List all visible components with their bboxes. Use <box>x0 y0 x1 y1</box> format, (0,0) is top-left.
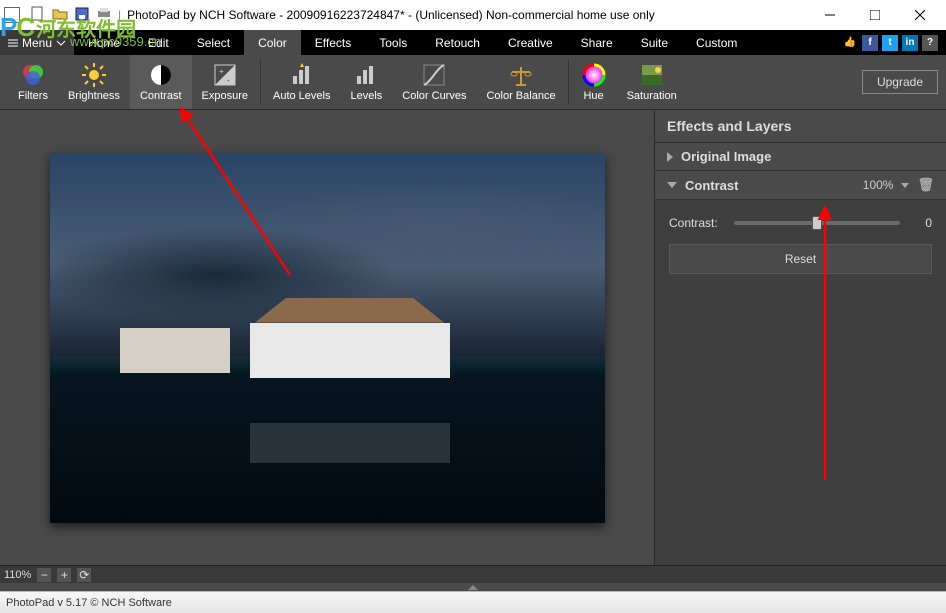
contrast-label: Contrast <box>140 90 182 102</box>
levels-label: Levels <box>350 90 382 102</box>
brightness-tool[interactable]: Brightness <box>58 55 130 109</box>
color-curves-icon <box>421 62 447 88</box>
filters-icon <box>20 62 46 88</box>
tab-suite[interactable]: Suite <box>627 30 682 55</box>
hue-label: Hue <box>583 90 603 102</box>
qat-print-icon[interactable] <box>96 6 112 25</box>
app-icon <box>4 7 20 23</box>
layer-contrast[interactable]: Contrast 100% 🗑 <box>655 171 946 200</box>
quick-access-toolbar <box>30 6 112 25</box>
tab-home[interactable]: Home <box>74 30 134 55</box>
workspace: Effects and Layers Original Image Contra… <box>0 110 946 565</box>
auto-levels-label: Auto Levels <box>273 90 330 102</box>
tab-creative[interactable]: Creative <box>494 30 567 55</box>
twitter-icon[interactable]: t <box>882 35 898 51</box>
exposure-label: Exposure <box>202 90 248 102</box>
contrast-tool[interactable]: Contrast <box>130 55 192 109</box>
layer-original-label: Original Image <box>681 149 771 164</box>
collapse-icon <box>667 182 677 188</box>
brightness-label: Brightness <box>68 90 120 102</box>
qat-open-icon[interactable] <box>52 6 68 25</box>
toolbar: Filters Brightness Contrast +- Exposure … <box>0 55 946 110</box>
chevron-up-icon <box>468 585 478 590</box>
menubar: Menu Home Edit Select Color Effects Tool… <box>0 30 946 55</box>
zoom-in-button[interactable]: + <box>57 568 71 582</box>
levels-tool[interactable]: Levels <box>340 55 392 109</box>
zoom-value: 110% <box>4 569 31 581</box>
filters-tool[interactable]: Filters <box>8 55 58 109</box>
contrast-icon <box>148 62 174 88</box>
auto-levels-tool[interactable]: Auto Levels <box>263 55 340 109</box>
color-curves-tool[interactable]: Color Curves <box>392 55 476 109</box>
annotation-arrow-slider <box>795 200 855 495</box>
expand-icon <box>667 152 673 162</box>
effects-panel: Effects and Layers Original Image Contra… <box>655 110 946 565</box>
status-text: PhotoPad v 5.17 © NCH Software <box>6 597 172 609</box>
tab-edit[interactable]: Edit <box>134 30 183 55</box>
window-title: PhotoPad by NCH Software - 2009091622372… <box>121 8 807 22</box>
canvas-area[interactable] <box>0 110 655 565</box>
delete-layer-icon[interactable]: 🗑 <box>917 177 934 193</box>
contrast-slider-label: Contrast: <box>669 216 724 230</box>
layer-contrast-label: Contrast <box>685 178 738 193</box>
chevron-down-icon[interactable] <box>901 183 909 188</box>
qat-save-icon[interactable] <box>74 6 90 25</box>
filters-label: Filters <box>18 90 48 102</box>
layer-original[interactable]: Original Image <box>655 143 946 171</box>
close-button[interactable] <box>897 0 942 30</box>
annotation-arrow-contrast <box>170 105 310 290</box>
tab-share[interactable]: Share <box>567 30 627 55</box>
help-icon[interactable]: ? <box>922 35 938 51</box>
color-balance-tool[interactable]: Color Balance <box>476 55 565 109</box>
menu-dropdown[interactable]: Menu <box>0 30 74 55</box>
zoom-out-button[interactable]: − <box>37 568 51 582</box>
photo-canvas <box>50 153 605 523</box>
hue-icon <box>581 62 607 88</box>
qat-new-icon[interactable] <box>30 6 46 25</box>
hue-tool[interactable]: Hue <box>571 55 617 109</box>
layer-opacity: 100% <box>863 178 894 192</box>
minimize-button[interactable] <box>807 0 852 30</box>
exposure-tool[interactable]: +- Exposure <box>192 55 258 109</box>
tab-effects[interactable]: Effects <box>301 30 365 55</box>
tab-custom[interactable]: Custom <box>682 30 751 55</box>
zoom-bar: 110% − + ⟳ <box>0 565 946 583</box>
tab-tools[interactable]: Tools <box>365 30 421 55</box>
tab-retouch[interactable]: Retouch <box>421 30 494 55</box>
panel-title: Effects and Layers <box>655 110 946 143</box>
zoom-reset-button[interactable]: ⟳ <box>77 568 91 582</box>
saturation-label: Saturation <box>627 90 677 102</box>
status-bar: PhotoPad v 5.17 © NCH Software <box>0 591 946 613</box>
color-curves-label: Color Curves <box>402 90 466 102</box>
tab-color[interactable]: Color <box>244 30 301 55</box>
facebook-icon[interactable]: f <box>862 35 878 51</box>
thumbs-up-icon[interactable]: 👍 <box>842 35 858 51</box>
contrast-controls: Contrast: 0 Reset <box>655 200 946 284</box>
levels-icon <box>353 62 379 88</box>
linkedin-icon[interactable]: in <box>902 35 918 51</box>
tab-select[interactable]: Select <box>183 30 244 55</box>
brightness-icon <box>81 62 107 88</box>
toolbar-separator <box>568 60 569 104</box>
maximize-button[interactable] <box>852 0 897 30</box>
saturation-tool[interactable]: Saturation <box>617 55 687 109</box>
exposure-icon: +- <box>212 62 238 88</box>
upgrade-button[interactable]: Upgrade <box>862 70 938 94</box>
collapse-bar[interactable] <box>0 583 946 591</box>
menu-label: Menu <box>22 36 52 50</box>
toolbar-separator <box>260 60 261 104</box>
titlebar: | PhotoPad by NCH Software - 20090916223… <box>0 0 946 30</box>
chevron-down-icon <box>56 38 66 48</box>
hamburger-icon <box>8 38 18 48</box>
color-balance-label: Color Balance <box>486 90 555 102</box>
color-balance-icon <box>508 62 534 88</box>
svg-text:+: + <box>219 67 224 76</box>
svg-text:-: - <box>227 76 230 85</box>
auto-levels-icon <box>289 62 315 88</box>
saturation-icon <box>639 62 665 88</box>
social-links: 👍 f t in ? <box>842 30 946 55</box>
contrast-value: 0 <box>910 216 932 230</box>
